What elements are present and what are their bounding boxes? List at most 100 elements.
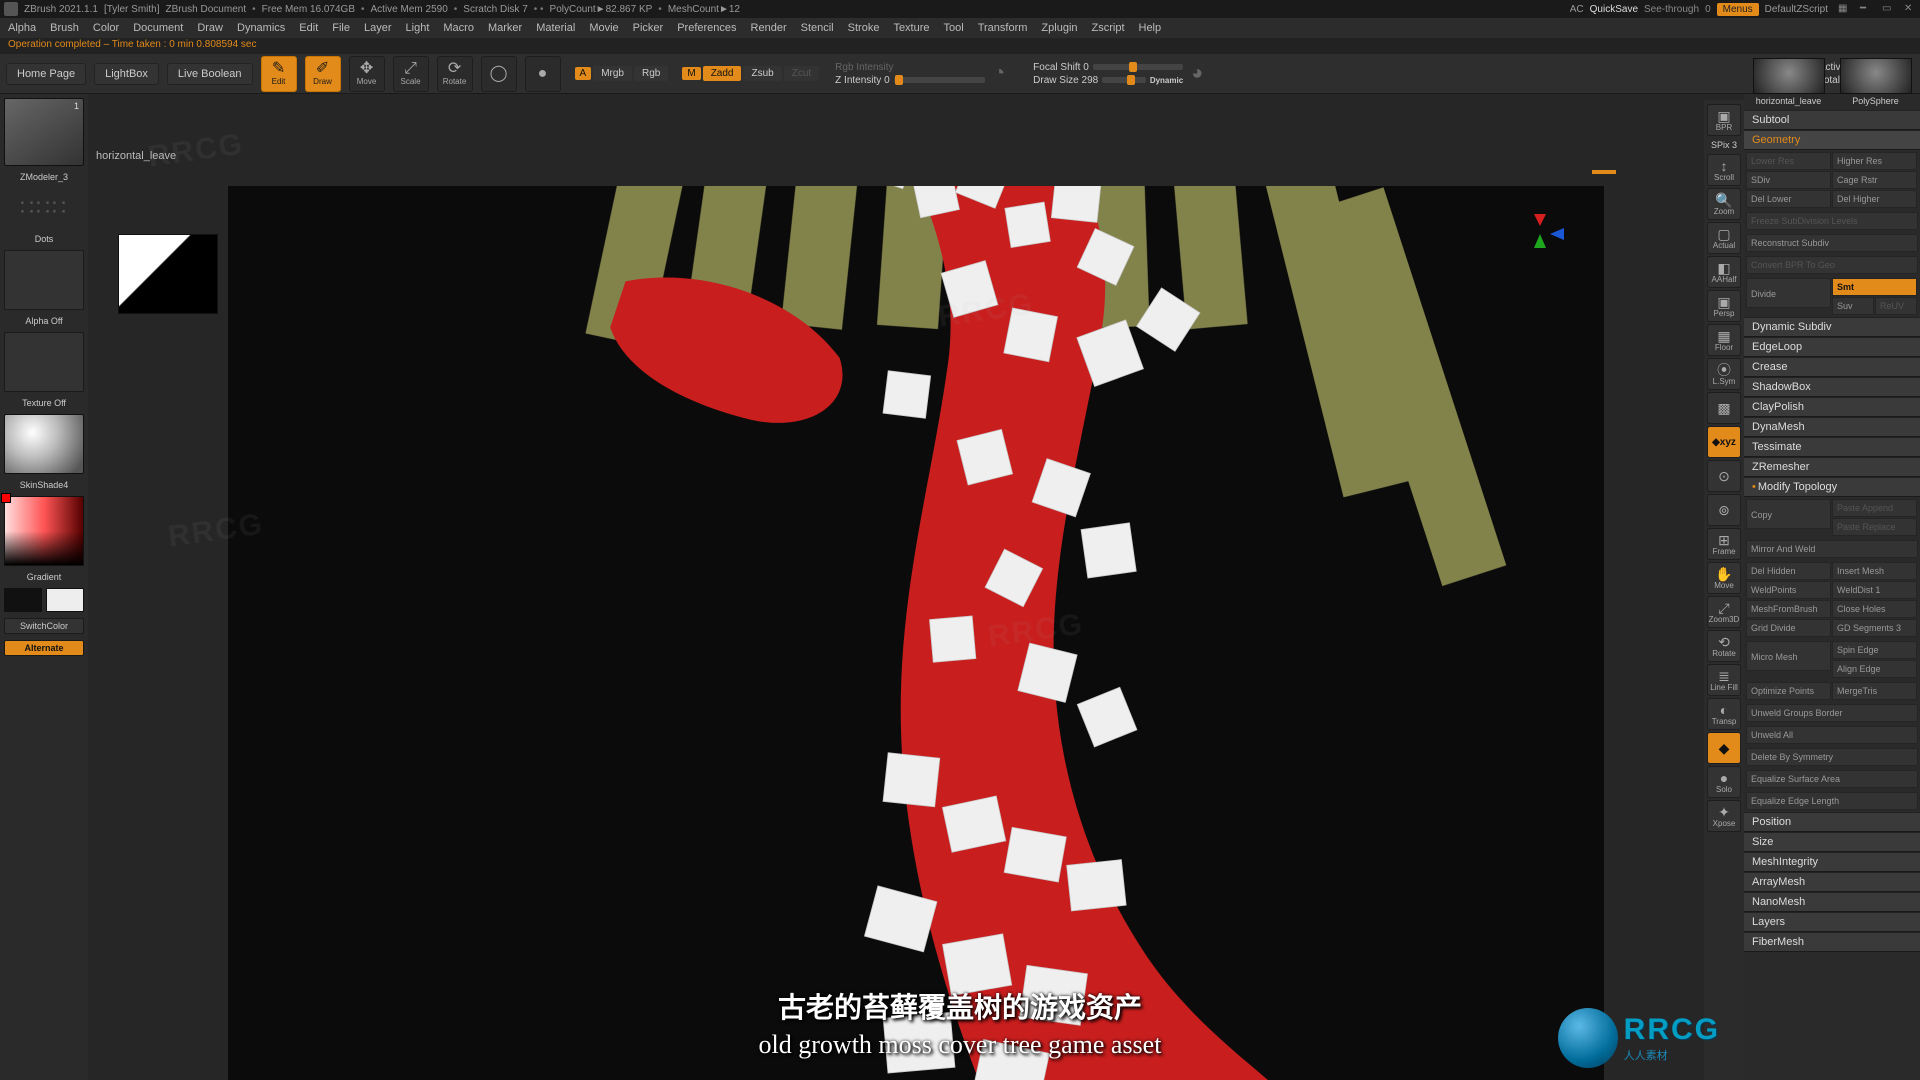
menu-item-document[interactable]: Document [133, 22, 183, 34]
frame-button[interactable]: ⊞Frame [1707, 528, 1741, 560]
persp-button[interactable]: ▣Persp [1707, 290, 1741, 322]
convert-bpr-button[interactable]: Convert BPR To Geo [1746, 256, 1918, 274]
menu-item-zplugin[interactable]: Zplugin [1041, 22, 1077, 34]
zsub-button[interactable]: Zsub [743, 66, 781, 81]
camview1-button[interactable]: ⊙ [1707, 460, 1741, 492]
material-ball[interactable] [4, 414, 84, 474]
camview2-button[interactable]: ⊚ [1707, 494, 1741, 526]
dynamic-subdiv-header[interactable]: Dynamic Subdiv [1744, 317, 1920, 337]
paste-replace-button[interactable]: Paste Replace [1832, 518, 1917, 536]
tool-thumb-left[interactable]: horizontal_leave [1748, 58, 1829, 106]
higher-res-button[interactable]: Higher Res [1832, 152, 1917, 170]
menu-item-alpha[interactable]: Alpha [8, 22, 36, 34]
rotate-mode-button[interactable]: ⟳Rotate [437, 56, 473, 92]
alpha-slot[interactable] [4, 250, 84, 310]
gizmo-button[interactable]: ● [525, 56, 561, 92]
menu-item-macro[interactable]: Macro [443, 22, 474, 34]
floor-button[interactable]: ▦Floor [1707, 324, 1741, 356]
stroke-dial-icon[interactable]: ◔ [993, 62, 1005, 85]
menu-item-light[interactable]: Light [406, 22, 430, 34]
color-picker[interactable] [4, 496, 84, 566]
smt-button[interactable]: Smt [1832, 278, 1917, 296]
brush-dial-icon[interactable]: ◕ [1191, 62, 1203, 85]
optimize-points-button[interactable]: Optimize Points [1746, 682, 1831, 700]
dynamic-label[interactable]: Dynamic [1150, 76, 1183, 85]
meshfrombrush-button[interactable]: MeshFromBrush [1746, 600, 1831, 618]
fibermesh-header[interactable]: FiberMesh [1744, 932, 1920, 952]
reuv-button[interactable]: ReUV [1875, 297, 1917, 315]
default-zscript[interactable]: DefaultZScript [1765, 4, 1828, 15]
zoom3d-button[interactable]: ⤢Zoom3D [1707, 596, 1741, 628]
reconstruct-subdiv-button[interactable]: Reconstruct Subdiv [1746, 234, 1918, 252]
menu-item-brush[interactable]: Brush [50, 22, 79, 34]
minimize-icon[interactable]: ━ [1860, 3, 1872, 15]
swatch-white[interactable] [46, 588, 84, 612]
copy-button[interactable]: Copy [1746, 499, 1831, 529]
aahalf-button[interactable]: ◧AAHalf [1707, 256, 1741, 288]
menu-item-render[interactable]: Render [751, 22, 787, 34]
move-button[interactable]: ✋Move [1707, 562, 1741, 594]
sdiv-button[interactable]: SDiv [1746, 171, 1831, 189]
sculptris-button[interactable]: ◯ [481, 56, 517, 92]
position-header[interactable]: Position [1744, 812, 1920, 832]
mirror-weld-button[interactable]: Mirror And Weld [1746, 540, 1918, 558]
edgeloop-header[interactable]: EdgeLoop [1744, 337, 1920, 357]
divide-button[interactable]: Divide [1746, 278, 1831, 308]
rotate-button[interactable]: ⟲Rotate [1707, 630, 1741, 662]
scroll-button[interactable]: ↕Scroll [1707, 154, 1741, 186]
swatch-black[interactable] [4, 588, 42, 612]
close-icon[interactable]: ✕ [1904, 3, 1916, 15]
cage-rstr-button[interactable]: Cage Rstr [1832, 171, 1917, 189]
viewport[interactable] [228, 186, 1604, 1080]
texture-slot[interactable] [4, 332, 84, 392]
menu-item-movie[interactable]: Movie [589, 22, 618, 34]
lsym-button[interactable]: ⦿L.Sym [1707, 358, 1741, 390]
crease-header[interactable]: Crease [1744, 357, 1920, 377]
menu-item-edit[interactable]: Edit [299, 22, 318, 34]
z-intensity-slider[interactable] [894, 77, 986, 83]
layout-icon[interactable]: ▦ [1838, 3, 1850, 15]
menu-item-layer[interactable]: Layer [364, 22, 392, 34]
spix-label[interactable]: SPix 3 [1711, 140, 1737, 150]
lightbox-button[interactable]: LightBox [94, 63, 159, 85]
geometry-header[interactable]: Geometry [1744, 130, 1920, 150]
maximize-icon[interactable]: ▭ [1882, 3, 1894, 15]
menu-item-preferences[interactable]: Preferences [677, 22, 736, 34]
alpha-preview[interactable] [118, 234, 218, 314]
paste-append-button[interactable]: Paste Append [1832, 499, 1917, 517]
brush-thumb[interactable]: 1 [4, 98, 84, 166]
menu-item-tool[interactable]: Tool [944, 22, 964, 34]
ghost-button[interactable]: ◆ [1707, 732, 1741, 764]
layers-header[interactable]: Layers [1744, 912, 1920, 932]
unweld-all-button[interactable]: Unweld All [1746, 726, 1918, 744]
nav-gizmo[interactable] [1516, 214, 1564, 262]
rgb-button[interactable]: Rgb [634, 66, 668, 81]
gd-segments-3-button[interactable]: GD Segments 3 [1832, 619, 1917, 637]
welddist-1-button[interactable]: WeldDist 1 [1832, 581, 1917, 599]
shadowbox-header[interactable]: ShadowBox [1744, 377, 1920, 397]
menus-toggle[interactable]: Menus [1717, 3, 1759, 16]
freeze-subdiv-button[interactable]: Freeze SubDivision Levels [1746, 212, 1918, 230]
bpr-button[interactable]: ▣BPR [1707, 104, 1741, 136]
meshintegrity-header[interactable]: MeshIntegrity [1744, 852, 1920, 872]
quicksave-button[interactable]: QuickSave [1590, 4, 1638, 15]
insert-mesh-button[interactable]: Insert Mesh [1832, 562, 1917, 580]
polyframe-button[interactable]: ▩ [1707, 392, 1741, 424]
zoom-button[interactable]: 🔍Zoom [1707, 188, 1741, 220]
suv-button[interactable]: Suv [1832, 297, 1874, 315]
alternate-button[interactable]: Alternate [4, 640, 84, 656]
del-higher-button[interactable]: Del Higher [1832, 190, 1917, 208]
equalize-edge-length-button[interactable]: Equalize Edge Length [1746, 792, 1918, 810]
linefill-button[interactable]: ≣Line Fill [1707, 664, 1741, 696]
focal-shift-slider[interactable] [1093, 64, 1183, 70]
menu-item-material[interactable]: Material [536, 22, 575, 34]
claypolish-header[interactable]: ClayPolish [1744, 397, 1920, 417]
spin-edge-button[interactable]: Spin Edge [1832, 641, 1917, 659]
merge-tris-button[interactable]: MergeTris [1832, 682, 1917, 700]
nanomesh-header[interactable]: NanoMesh [1744, 892, 1920, 912]
mrgb-button[interactable]: Mrgb [593, 66, 632, 81]
xyz-toggle[interactable]: ◆xyz [1707, 426, 1741, 458]
tessimate-header[interactable]: Tessimate [1744, 437, 1920, 457]
arraymesh-header[interactable]: ArrayMesh [1744, 872, 1920, 892]
live-boolean-button[interactable]: Live Boolean [167, 63, 253, 85]
